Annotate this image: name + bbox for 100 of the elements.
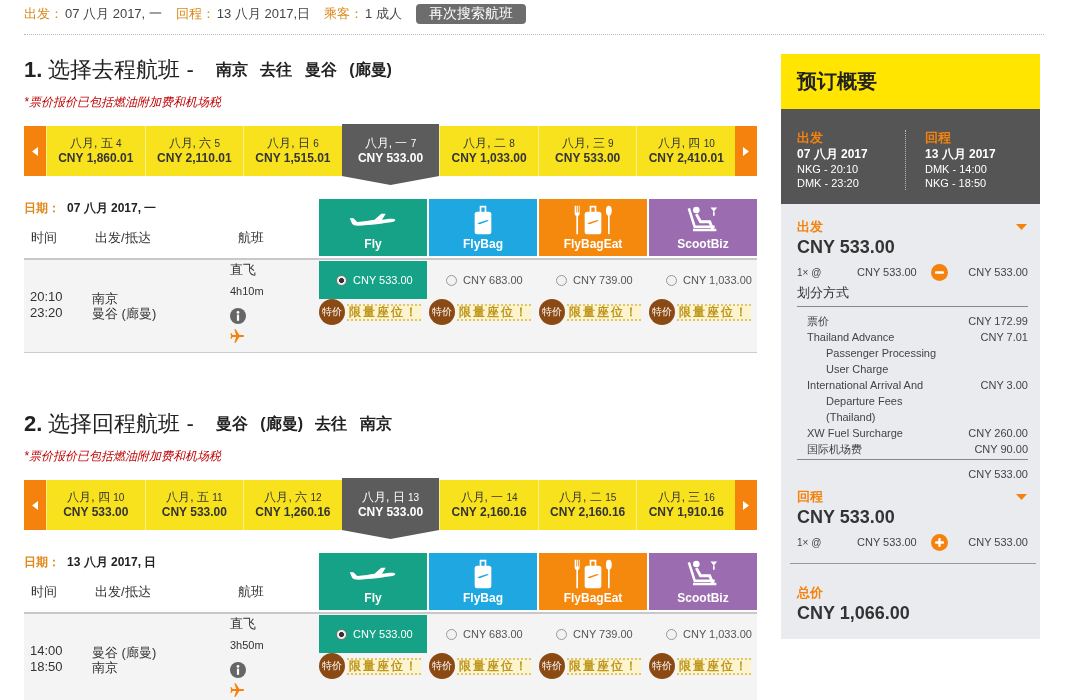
search-again-button[interactable]: 再次搜索航班 <box>415 4 526 24</box>
flight-duration: 3h50m <box>230 638 264 652</box>
date-tab[interactable]: 八月, 二 8 CNY 1,033.00 <box>439 126 538 176</box>
previous-dates-button[interactable] <box>24 480 46 530</box>
fee-name: Thailand Advance Passenger Processing User Charge <box>807 330 938 377</box>
next-dates-button[interactable] <box>735 480 758 530</box>
arrival-time: 23:20 <box>30 305 63 321</box>
plane-icon <box>230 683 244 697</box>
arrival-time: 18:50 <box>30 659 63 675</box>
fare-note: *票价报价已包括燃油附加费和机场税 <box>24 449 223 463</box>
summary-label: 乘客： <box>324 5 364 23</box>
date-tab[interactable]: 八月, 六 12 CNY 1,260.16 <box>243 480 342 530</box>
arrival-airport: 曼谷 (廊曼) <box>92 306 157 321</box>
fare-type-name: FlyBag <box>463 237 503 251</box>
fare-type-name: FlyBagEat <box>563 591 623 605</box>
date-tab[interactable]: 八月, 一 14 CNY 2,160.16 <box>439 480 538 530</box>
date-tab[interactable]: 八月, 五 11 CNY 533.00 <box>144 480 244 530</box>
route-title: 曼谷 (廊曼) 去往 南京 <box>215 413 392 434</box>
radio-button[interactable] <box>556 628 567 640</box>
column-header: 航班 <box>238 229 264 247</box>
leg-label: 回程 <box>925 130 951 146</box>
fare-option[interactable]: CNY 739.00 <box>539 615 647 653</box>
plane-icon <box>349 211 397 229</box>
fare-type-name: Fly <box>364 591 382 605</box>
summary-label: 出发： <box>24 5 63 23</box>
info-icon[interactable] <box>230 308 246 324</box>
summary-label: 回程： <box>175 5 215 23</box>
summary-value: 07 八月 2017, 一 <box>65 5 162 23</box>
radio-button[interactable] <box>336 274 347 286</box>
sale-badge: 特价 <box>649 299 675 325</box>
limited-seats-label: 限量座位！ <box>567 303 641 321</box>
limited-seats-label: 限量座位！ <box>567 657 641 675</box>
summary-value: 1 成人 <box>365 5 402 23</box>
suitcase-cutlery-icon <box>573 559 613 589</box>
fare-option[interactable]: CNY 739.00 <box>539 261 647 299</box>
date-tab[interactable]: 八月, 日 6 CNY 1,515.01 <box>243 126 342 176</box>
departure-time: 20:10 <box>30 289 63 305</box>
departure-time: 14:00 <box>30 643 63 659</box>
plane-icon <box>230 329 244 343</box>
date-tab[interactable]: 八月, 四 10 CNY 2,410.01 <box>636 126 736 176</box>
section-total: CNY 533.00 <box>797 236 896 258</box>
sale-badge: 特价 <box>539 653 565 679</box>
section-label: 回程 <box>797 488 823 506</box>
date-tab[interactable]: 八月, 六 5 CNY 2,110.01 <box>144 126 244 176</box>
fare-type-name: ScootBiz <box>677 237 729 251</box>
caret-right-icon <box>743 146 750 156</box>
date-tab[interactable]: 八月, 三 16 CNY 1,910.16 <box>636 480 736 530</box>
column-header: 时间 <box>31 583 58 601</box>
radio-button[interactable] <box>446 274 457 286</box>
caret-left-icon <box>32 146 38 156</box>
date-tab[interactable]: 八月, 日 13 CNY 533.00 <box>341 478 440 539</box>
radio-button[interactable] <box>556 274 567 286</box>
next-dates-button[interactable] <box>735 126 758 176</box>
radio-button[interactable] <box>336 628 347 640</box>
fare-type-name: FlyBag <box>463 591 503 605</box>
date-value: 13 八月 2017, 日 <box>67 553 157 571</box>
sale-badge: 特价 <box>319 299 345 325</box>
column-header: 时间 <box>31 229 58 247</box>
radio-button[interactable] <box>666 628 677 640</box>
section-label: 出发 <box>797 218 823 236</box>
date-value: 07 八月 2017, 一 <box>67 199 157 217</box>
minus-circle-icon[interactable] <box>931 263 948 281</box>
radio-button[interactable] <box>666 274 677 286</box>
info-icon[interactable] <box>230 662 246 678</box>
fee-amount: CNY 172.99 <box>968 314 1028 329</box>
section-title: 2. 选择回程航班 - <box>24 410 194 438</box>
date-tab[interactable]: 八月, 四 10 CNY 533.00 <box>46 480 145 530</box>
breakdown-title: 划分方式 <box>797 284 850 302</box>
sale-badge: 特价 <box>429 299 455 325</box>
date-tab[interactable]: 八月, 三 9 CNY 533.00 <box>537 126 637 176</box>
fee-name: 国际机场费 <box>807 442 863 457</box>
summary-value: 13 八月 2017,日 <box>216 5 311 23</box>
caret-down-icon[interactable] <box>1016 494 1027 500</box>
fee-name: International Arrival And Departure Fees (Thailand) <box>807 378 925 425</box>
unit-price: CNY 533.00 <box>857 536 918 548</box>
date-tab[interactable]: 八月, 五 4 CNY 1,860.01 <box>46 126 145 176</box>
line-total: CNY 533.00 <box>968 266 1028 278</box>
sale-badge: 特价 <box>429 653 455 679</box>
fare-option[interactable]: CNY 683.00 <box>429 615 537 653</box>
caret-left-icon <box>32 500 38 510</box>
fare-type-name: ScootBiz <box>677 591 729 605</box>
fee-amount: CNY 7.01 <box>980 330 1028 345</box>
route-title: 南京 去往 曼谷 (廊曼) <box>215 59 392 80</box>
plus-circle-icon[interactable] <box>931 533 948 551</box>
flight-duration: 4h10m <box>230 284 264 298</box>
date-tab[interactable]: 八月, 二 15 CNY 2,160.16 <box>537 480 637 530</box>
arrival-airport: 南京 <box>92 660 118 675</box>
limited-seats-label: 限量座位！ <box>677 303 751 321</box>
fare-option[interactable]: CNY 1,033.00 <box>649 261 757 299</box>
previous-dates-button[interactable] <box>24 126 46 176</box>
section-total: CNY 533.00 <box>797 506 896 528</box>
fare-option[interactable]: CNY 683.00 <box>429 261 537 299</box>
column-header: 航班 <box>238 583 264 601</box>
fare-option[interactable]: CNY 1,033.00 <box>649 615 757 653</box>
subtotal-amount: CNY 533.00 <box>968 467 1028 482</box>
caret-down-icon[interactable] <box>1016 224 1027 230</box>
grand-total: CNY 1,066.00 <box>797 603 910 623</box>
radio-button[interactable] <box>446 628 457 640</box>
date-tab[interactable]: 八月, 一 7 CNY 533.00 <box>341 124 440 185</box>
total-label: 总价 <box>797 585 823 600</box>
